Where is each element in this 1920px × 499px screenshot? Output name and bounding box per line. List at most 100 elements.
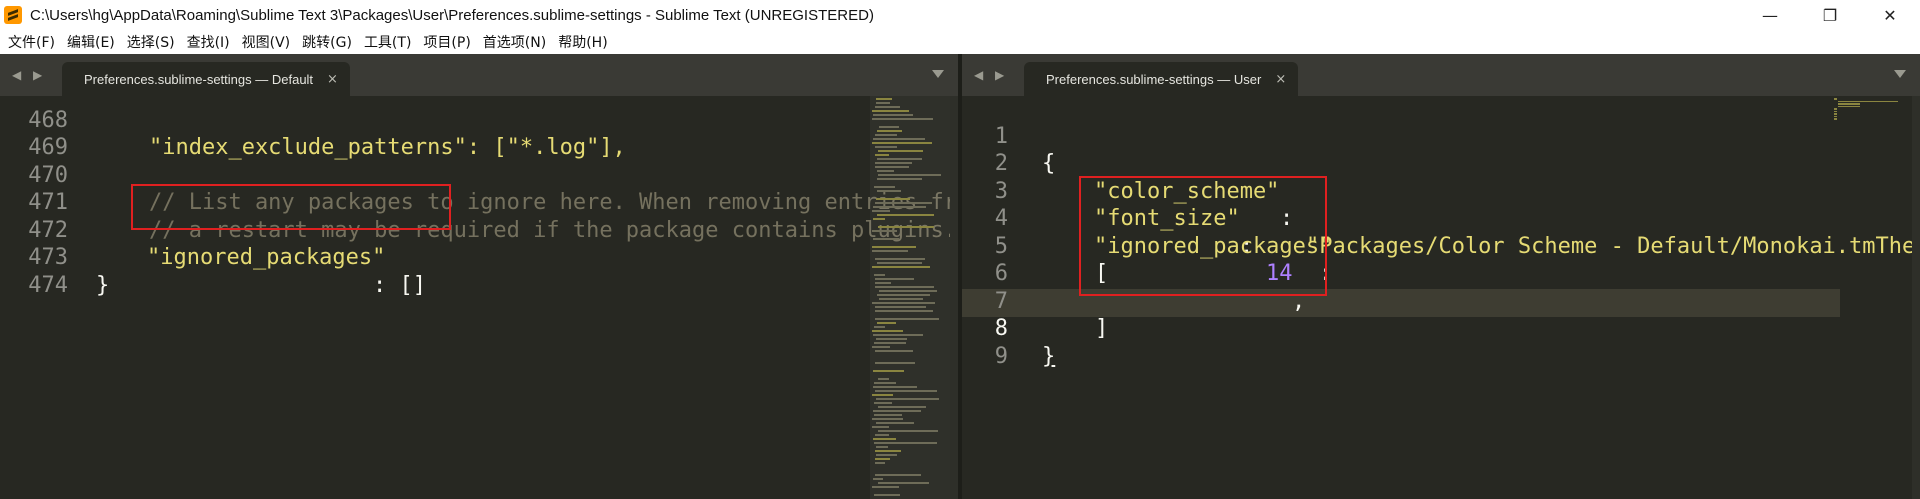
- minimap-line: [876, 422, 914, 424]
- menu-project[interactable]: 项目(P): [417, 32, 476, 52]
- minimap-line: [875, 310, 933, 312]
- json-key: "ignored_packages": [147, 245, 386, 270]
- minimap-line: [879, 298, 923, 300]
- minimap[interactable]: [1832, 96, 1912, 499]
- minimap-line: [877, 262, 922, 264]
- code-line: 5 [: [962, 205, 1108, 287]
- minimap-line: [873, 218, 885, 220]
- minimap-line: [876, 98, 892, 100]
- minimap-line: [872, 142, 932, 144]
- minimap-line: [878, 174, 941, 176]
- code-line: 4 "ignored_packages" :: [962, 178, 1333, 286]
- code-line: 474: [0, 244, 79, 298]
- minimap-line: [876, 198, 910, 200]
- right-tab-nav-arrows[interactable]: ◀ ▶: [974, 68, 1008, 82]
- minimap-line: [875, 202, 932, 204]
- json-value: "Packages/Color Scheme - Default/Monokai…: [1306, 233, 1920, 259]
- minimap-line: [1834, 108, 1837, 110]
- minimap-line: [873, 138, 925, 140]
- tab-dropdown-icon[interactable]: [1894, 70, 1906, 78]
- minimap-line: [874, 274, 885, 276]
- minimap-line: [872, 250, 908, 252]
- minimap-line: [877, 322, 896, 324]
- close-button[interactable]: ✕: [1860, 0, 1920, 30]
- minimap-line: [1834, 98, 1837, 100]
- minimap-line: [875, 286, 934, 288]
- menu-file[interactable]: 文件(F): [2, 32, 61, 52]
- menu-selection[interactable]: 选择(S): [121, 32, 181, 52]
- minimap-line: [876, 102, 890, 104]
- left-tab-nav-arrows[interactable]: ◀ ▶: [12, 68, 46, 82]
- tab-close-icon[interactable]: ×: [1275, 72, 1286, 87]
- minimap-line: [878, 150, 923, 152]
- tab-user-settings[interactable]: Preferences.sublime-settings — User ×: [1024, 62, 1299, 96]
- line-text: }: [1042, 343, 1056, 369]
- minimap-line: [875, 106, 900, 108]
- minimap-line: [874, 402, 892, 404]
- minimap-line: [873, 238, 899, 240]
- code-line: 470 // List any packages to ignore here.…: [0, 134, 958, 216]
- menu-view[interactable]: 视图(V): [236, 32, 297, 52]
- minimap-line: [872, 246, 916, 248]
- code-line: 7 ]: [962, 260, 1108, 342]
- minimap-line: [877, 214, 934, 216]
- code-line: 468 "index_exclude_patterns": ["*.log"],: [0, 96, 626, 161]
- minimap-line: [875, 462, 885, 464]
- menu-edit[interactable]: 编辑(E): [61, 32, 121, 52]
- minimap-line: [872, 210, 890, 212]
- minimap-line: [874, 442, 937, 444]
- code-line: 8 }: [962, 288, 1056, 369]
- highlight-box: [1079, 176, 1327, 296]
- line-text: "index_exclude_patterns": ["*.log"],: [96, 135, 626, 160]
- menu-bar: 文件(F) 编辑(E) 选择(S) 查找(I) 视图(V) 跳转(G) 工具(T…: [0, 30, 1920, 54]
- title-bar: C:\Users\hg\AppData\Roaming\Sublime Text…: [0, 0, 1920, 30]
- tab-default-settings[interactable]: Preferences.sublime-settings — Default ×: [62, 62, 350, 96]
- minimap-line: [877, 170, 894, 172]
- sublime-app-icon: [4, 6, 22, 24]
- minimap-line: [1838, 105, 1860, 107]
- minimap-line: [872, 266, 930, 268]
- minimap-line: [875, 350, 913, 352]
- vertical-scrollbar[interactable]: [1912, 96, 1920, 499]
- minimize-button[interactable]: —: [1740, 0, 1800, 30]
- minimap[interactable]: [870, 96, 950, 499]
- code-line: 2 "color_scheme" : "Packages/Color Schem…: [962, 123, 1920, 259]
- highlight-box: [131, 184, 451, 230]
- minimap-line: [873, 410, 921, 412]
- tab-label: Preferences.sublime-settings — User: [1046, 71, 1262, 87]
- minimap-line: [875, 474, 921, 476]
- minimap-line: [873, 206, 926, 208]
- minimap-line: [875, 282, 891, 284]
- tab-close-icon[interactable]: ×: [327, 72, 338, 87]
- menu-tools[interactable]: 工具(T): [358, 32, 417, 52]
- tab-dropdown-icon[interactable]: [932, 70, 944, 78]
- menu-preferences[interactable]: 首选项(N): [477, 32, 552, 52]
- minimap-line: [878, 378, 889, 380]
- line-text: ]: [1042, 316, 1109, 341]
- minimap-line: [1834, 115, 1837, 117]
- minimap-line: [875, 390, 937, 392]
- menu-help[interactable]: 帮助(H): [552, 32, 613, 52]
- minimap-line: [874, 186, 895, 188]
- minimap-line: [873, 334, 923, 336]
- editor-pane-default[interactable]: 468 "index_exclude_patterns": ["*.log"],…: [0, 96, 958, 499]
- vertical-scrollbar[interactable]: [950, 96, 958, 499]
- minimap-line: [1838, 100, 1898, 102]
- minimap-line: [872, 426, 889, 428]
- line-number: 9: [994, 343, 1008, 369]
- minimap-line: [879, 126, 899, 128]
- minimap-line: [879, 290, 937, 292]
- minimap-line: [877, 178, 922, 180]
- minimap-line: [872, 302, 935, 304]
- minimap-line: [877, 294, 930, 296]
- minimap-line: [875, 258, 925, 260]
- line-number: 474: [28, 272, 68, 298]
- maximize-button[interactable]: ❐: [1800, 0, 1860, 30]
- minimap-line: [875, 434, 889, 436]
- menu-goto[interactable]: 跳转(G): [296, 32, 358, 52]
- line-text: }: [96, 272, 110, 298]
- menu-find[interactable]: 查找(I): [181, 32, 236, 52]
- editor-pane-user[interactable]: 1 { 2 "color_scheme" : "Packages/Color S…: [962, 96, 1920, 499]
- minimap-line: [872, 418, 903, 420]
- window-controls: — ❐ ✕: [1740, 0, 1920, 30]
